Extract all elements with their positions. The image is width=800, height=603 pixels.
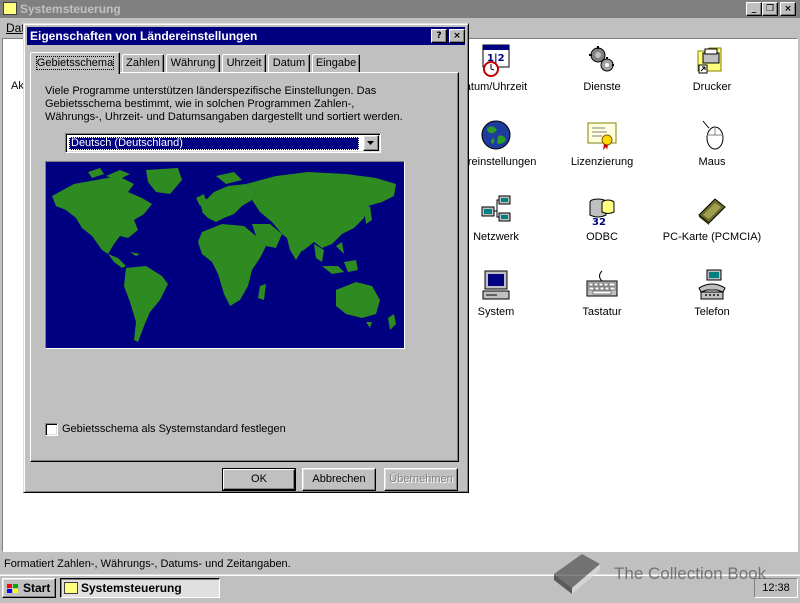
windows-logo-icon <box>6 582 20 594</box>
tab-zahlen[interactable]: Zahlen <box>122 54 164 73</box>
minimize-button[interactable]: _ <box>746 2 762 16</box>
cp-item-label: Netzwerk <box>473 231 519 243</box>
certificate-icon <box>585 118 619 152</box>
apply-button[interactable]: Übernehmen <box>384 468 458 491</box>
start-label: Start <box>23 581 51 595</box>
tab-panel-gebietsschema: Viele Programme unterstützen länderspezi… <box>30 72 459 462</box>
cp-item-label: Dienste <box>583 81 621 93</box>
cp-item-label: Telefon <box>694 306 730 318</box>
restore-button[interactable]: ❐ <box>762 2 778 16</box>
cp-item-telephone[interactable]: Telefon <box>657 268 767 318</box>
world-map[interactable] <box>45 161 405 349</box>
cp-item-label: Maus <box>698 156 726 168</box>
dialog-title: Eigenschaften von Ländereinstellungen <box>30 29 258 43</box>
taskbar: Start Systemsteuerung 12:38 <box>0 574 800 600</box>
cp-item-services[interactable]: Dienste <box>547 43 657 93</box>
start-button[interactable]: Start <box>2 578 56 598</box>
locale-dropdown[interactable]: Deutsch (Deutschland) <box>65 133 381 153</box>
pc-card-icon <box>695 193 729 227</box>
locale-description: Viele Programme unterstützen länderspezi… <box>45 85 403 123</box>
cp-item-keyboard[interactable]: Tastatur <box>547 268 657 318</box>
cancel-button[interactable]: Abbrechen <box>302 468 376 491</box>
control-panel-task-icon <box>64 582 78 594</box>
svg-text:32: 32 <box>592 217 606 227</box>
ok-button-label: OK <box>251 473 267 485</box>
cp-item-label: System <box>477 306 515 318</box>
cp-item-label: PC-Karte (PCMCIA) <box>662 231 762 243</box>
dropdown-arrow-icon[interactable] <box>363 135 379 151</box>
cp-item-label: ODBC <box>586 231 618 243</box>
partial-item-label[interactable]: Ak <box>11 80 24 92</box>
calendar-clock-icon: 1|2 <box>479 43 513 77</box>
mouse-icon <box>695 118 729 152</box>
cp-item-printers[interactable]: Drucker <box>657 43 767 93</box>
printer-folder-icon <box>695 43 729 77</box>
network-icon <box>479 193 513 227</box>
cp-item-label: Lizenzierung <box>570 156 634 168</box>
dialog-title-bar[interactable]: Eigenschaften von Ländereinstellungen ? … <box>27 27 465 45</box>
tab-waehrung[interactable]: Währung <box>166 54 220 73</box>
keyboard-icon <box>585 268 619 302</box>
menu-file[interactable]: Dat <box>6 21 25 35</box>
computer-icon <box>479 268 513 302</box>
cp-item-label: Tastatur <box>582 306 622 318</box>
close-button[interactable]: × <box>780 2 796 16</box>
locale-selected-value[interactable]: Deutsch (Deutschland) <box>69 137 359 150</box>
ok-button[interactable]: OK <box>222 468 296 491</box>
services-icon <box>585 43 619 77</box>
cp-item-pccard[interactable]: PC-Karte (PCMCIA) <box>657 193 767 243</box>
tab-uhrzeit[interactable]: Uhrzeit <box>222 54 266 73</box>
telephone-icon <box>695 268 729 302</box>
cp-item-mouse[interactable]: Maus <box>657 118 767 168</box>
status-bar: Formatiert Zahlen-, Währungs-, Datums- u… <box>0 554 800 574</box>
tab-gebietsschema[interactable]: Gebietsschema <box>30 52 120 74</box>
cp-item-licensing[interactable]: Lizenzierung <box>547 118 657 168</box>
world-map-image <box>52 168 396 342</box>
clock: 12:38 <box>762 582 790 594</box>
globe-icon <box>479 118 513 152</box>
dialog-close-button[interactable]: × <box>449 29 465 43</box>
control-panel-app-icon[interactable] <box>3 2 17 15</box>
main-title-bar[interactable]: Systemsteuerung _ ❐ × <box>0 0 800 18</box>
odbc-icon: 32 <box>585 193 619 228</box>
system-default-label[interactable]: Gebietsschema als Systemstandard festleg… <box>62 423 286 436</box>
regional-settings-dialog: Eigenschaften von Ländereinstellungen ? … <box>23 23 469 493</box>
cp-item-label: atum/Uhrzeit <box>464 81 528 93</box>
cp-item-label: Drucker <box>692 81 732 93</box>
cp-item-odbc[interactable]: 32 ODBC <box>547 193 657 243</box>
help-button[interactable]: ? <box>431 29 447 43</box>
tab-eingabe[interactable]: Eingabe <box>312 54 360 73</box>
system-default-checkbox[interactable] <box>45 423 58 436</box>
status-text: Formatiert Zahlen-, Währungs-, Datums- u… <box>4 558 291 570</box>
taskbar-button-label: Systemsteuerung <box>81 581 182 595</box>
taskbar-button-systemsteuerung[interactable]: Systemsteuerung <box>60 578 220 598</box>
main-window-title: Systemsteuerung <box>20 2 121 16</box>
system-tray[interactable]: 12:38 <box>754 578 798 598</box>
tab-datum[interactable]: Datum <box>268 54 310 73</box>
